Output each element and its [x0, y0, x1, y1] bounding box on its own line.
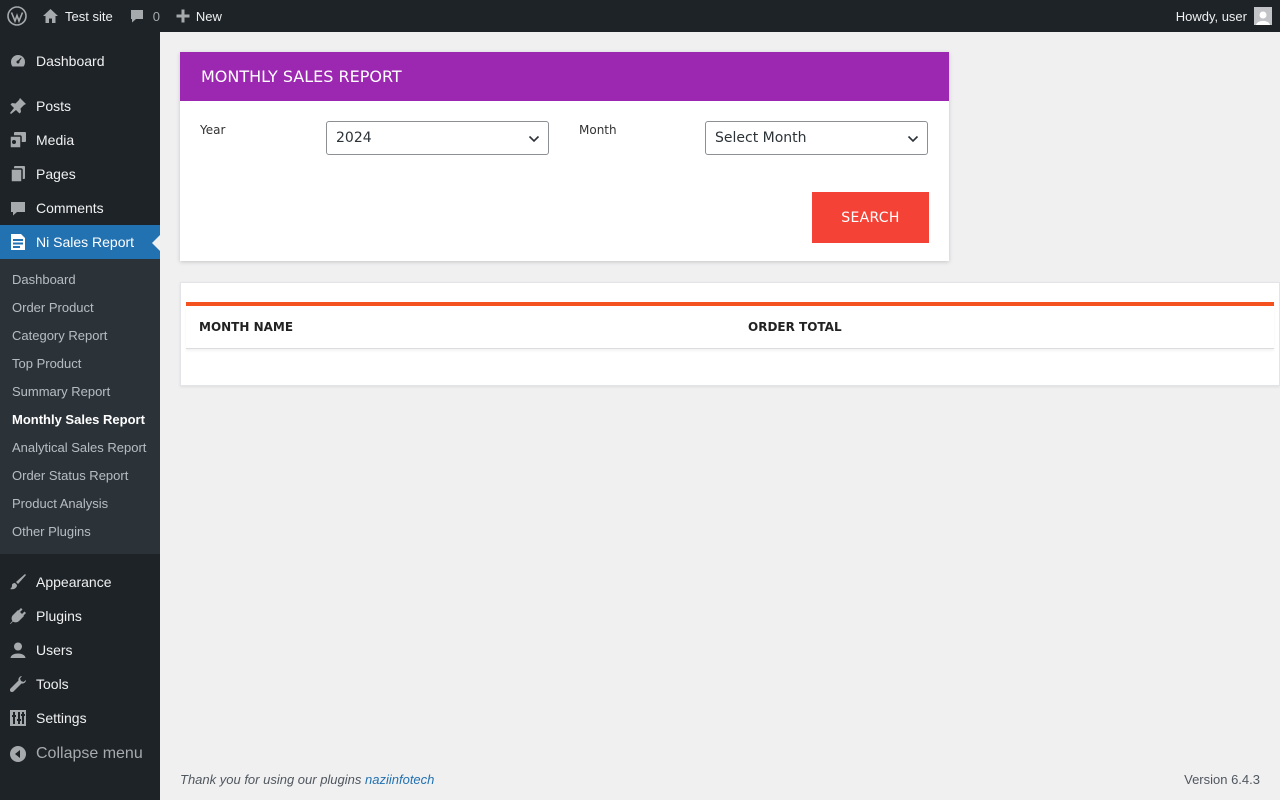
table-header-row: MONTH NAME ORDER TOTAL [186, 306, 1274, 349]
search-button[interactable]: SEARCH [812, 192, 929, 243]
menu-comments-label: Comments [36, 200, 104, 216]
plus-icon [176, 9, 190, 23]
menu-users-label: Users [36, 642, 73, 658]
brush-icon [0, 573, 36, 591]
admin-bar: Test site 0 New Howdy, user [0, 0, 1280, 32]
menu-pages[interactable]: Pages [0, 157, 160, 191]
new-content-link[interactable]: New [168, 0, 230, 32]
plugin-icon [0, 607, 36, 625]
site-name: Test site [65, 8, 113, 24]
menu-dashboard[interactable]: Dashboard [0, 44, 160, 78]
footer-version: Version 6.4.3 [1184, 772, 1260, 787]
media-icon [0, 131, 36, 149]
menu-users[interactable]: Users [0, 633, 160, 667]
report-title-bar: MONTHLY SALES REPORT [180, 52, 949, 101]
user-avatar-icon [1256, 11, 1270, 25]
menu-posts[interactable]: Posts [0, 89, 160, 123]
footer-thanks: Thank you for using our plugins naziinfo… [180, 772, 434, 787]
month-select-value: Select Month [715, 130, 807, 146]
comment-icon [130, 10, 143, 23]
user-icon [0, 641, 36, 659]
my-account-link[interactable]: Howdy, user [1168, 0, 1280, 32]
column-header-month-name: MONTH NAME [199, 320, 294, 334]
ni-sales-report-submenu: Dashboard Order Product Category Report … [0, 259, 160, 554]
collapse-menu-button[interactable]: Collapse menu [0, 737, 160, 771]
menu-appearance[interactable]: Appearance [0, 565, 160, 599]
collapse-arrow-icon [0, 745, 36, 763]
report-title: MONTHLY SALES REPORT [201, 67, 402, 86]
menu-ni-sales-report-label: Ni Sales Report [36, 234, 135, 250]
menu-plugins[interactable]: Plugins [0, 599, 160, 633]
menu-pages-label: Pages [36, 166, 76, 182]
submenu-item[interactable]: Order Status Report [0, 462, 160, 490]
menu-posts-label: Posts [36, 98, 72, 114]
pages-icon [0, 165, 36, 183]
submenu-item[interactable]: Category Report [0, 322, 160, 350]
menu-comments[interactable]: Comments [0, 191, 160, 225]
results-table-card: MONTH NAME ORDER TOTAL [180, 282, 1280, 386]
collapse-menu-label: Collapse menu [36, 745, 143, 762]
admin-sidebar: Dashboard Posts Media Pages Comments Ni … [0, 32, 160, 800]
comment-icon [0, 199, 36, 217]
home-icon [43, 9, 58, 23]
submenu-item[interactable]: Top Product [0, 350, 160, 378]
main-content: MONTHLY SALES REPORT Year 2024 Month Sel… [160, 32, 1280, 800]
menu-appearance-label: Appearance [36, 574, 112, 590]
menu-settings[interactable]: Settings [0, 701, 160, 735]
menu-plugins-label: Plugins [36, 608, 82, 624]
filter-form-row: Year 2024 Month Select Month [200, 121, 929, 157]
menu-settings-label: Settings [36, 710, 87, 726]
comments-count: 0 [152, 8, 160, 24]
site-name-link[interactable]: Test site [34, 0, 121, 32]
year-select[interactable]: 2024 [326, 121, 549, 155]
year-label: Year [200, 123, 226, 137]
report-filter-card: MONTHLY SALES REPORT Year 2024 Month Sel… [180, 52, 949, 261]
dashboard-icon [0, 52, 36, 70]
column-header-order-total: ORDER TOTAL [748, 320, 842, 334]
submenu-item[interactable]: Dashboard [0, 266, 160, 294]
greeting-text: Howdy, user [1175, 8, 1247, 24]
menu-tools[interactable]: Tools [0, 667, 160, 701]
report-icon [0, 233, 36, 251]
wordpress-logo-button[interactable] [0, 0, 34, 32]
footer-thanks-text: Thank you for using our plugins [180, 772, 362, 787]
comments-link[interactable]: 0 [121, 0, 168, 32]
submenu-item[interactable]: Analytical Sales Report [0, 434, 160, 462]
menu-media[interactable]: Media [0, 123, 160, 157]
menu-media-label: Media [36, 132, 75, 148]
menu-tools-label: Tools [36, 676, 69, 692]
month-label: Month [579, 123, 617, 137]
year-select-value: 2024 [336, 130, 372, 146]
pin-icon [0, 97, 36, 115]
month-select[interactable]: Select Month [705, 121, 928, 155]
submenu-item-current[interactable]: Monthly Sales Report [0, 406, 160, 434]
menu-ni-sales-report[interactable]: Ni Sales Report [0, 225, 160, 259]
submenu-item[interactable]: Product Analysis [0, 490, 160, 518]
menu-dashboard-label: Dashboard [36, 53, 105, 69]
wordpress-icon [7, 6, 27, 26]
new-label: New [195, 8, 222, 24]
submenu-item[interactable]: Other Plugins [0, 518, 160, 546]
chevron-down-icon [907, 135, 919, 143]
submenu-item[interactable]: Summary Report [0, 378, 160, 406]
avatar [1254, 7, 1272, 25]
footer-plugin-link[interactable]: naziinfotech [365, 772, 434, 787]
settings-icon [0, 709, 36, 727]
wrench-icon [0, 675, 36, 693]
submenu-item[interactable]: Order Product [0, 294, 160, 322]
chevron-down-icon [528, 135, 540, 143]
